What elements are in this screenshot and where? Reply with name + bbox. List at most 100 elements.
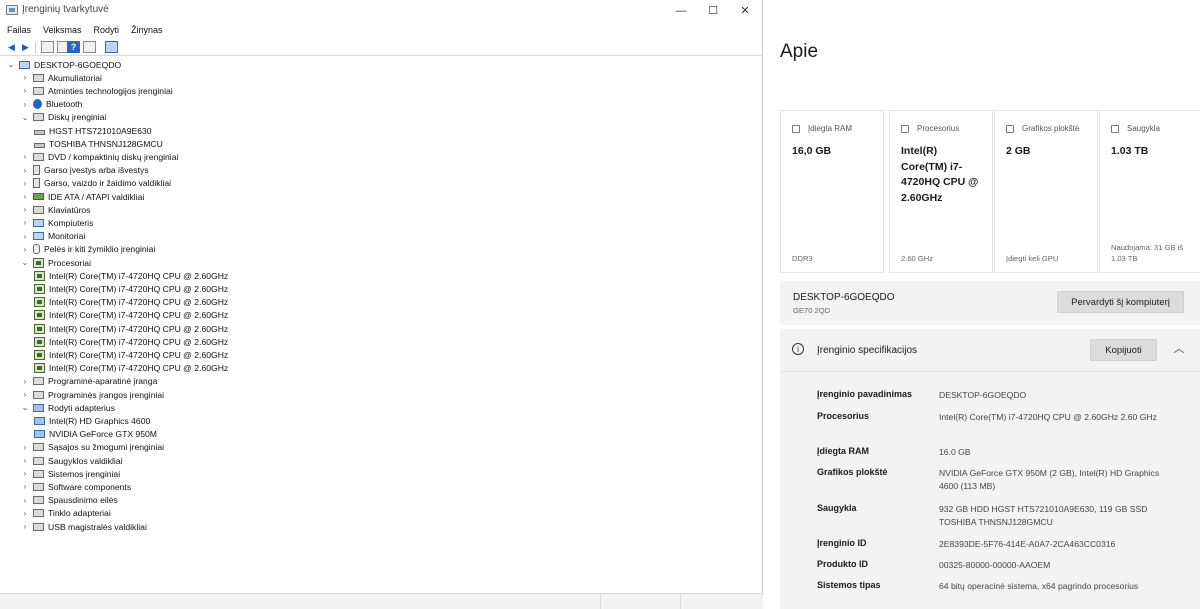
system-icon — [33, 469, 44, 478]
minimize-button[interactable]: — — [665, 0, 697, 21]
chevron-down-icon[interactable]: ⌄ — [6, 60, 16, 69]
chevron-right-icon[interactable]: › — [20, 192, 30, 201]
tree-item[interactable]: › Tinklo adapteriai — [20, 507, 111, 520]
card-subtext: Naudojama: 31 GB iš 1.03 TB — [1111, 243, 1184, 263]
tree-item[interactable]: › Spausdinimo eilės — [20, 494, 118, 507]
spec-header[interactable]: i Įrenginio specifikacijos Kopijuoti ︿ — [780, 329, 1200, 371]
help-icon[interactable]: ? — [67, 41, 80, 53]
view-list-icon[interactable] — [83, 41, 96, 53]
menu-file[interactable]: Failas — [7, 25, 31, 35]
about-panel: Apie Įdiegta RAM 16,0 GB DDR3 Procesoriu… — [764, 0, 1200, 609]
tree-item[interactable]: › Saugyklos valdikliai — [20, 454, 123, 467]
tree-item-label: Diskų įrenginiai — [48, 112, 107, 123]
network-icon — [33, 509, 44, 518]
tree-item[interactable]: › Monitoriai — [20, 230, 86, 243]
tree-item[interactable]: › DVD / kompaktinių diskų įrenginiai — [20, 150, 179, 163]
chevron-right-icon[interactable]: › — [20, 152, 30, 161]
tree-item[interactable]: Intel(R) HD Graphics 4600 — [34, 414, 150, 427]
mouse-icon — [33, 244, 40, 255]
menu-help[interactable]: Žinynas — [131, 25, 163, 35]
tree-item[interactable]: Intel(R) Core(TM) i7-4720HQ CPU @ 2.60GH… — [34, 348, 228, 361]
processor-icon — [33, 257, 44, 268]
processor-card: Procesorius Intel(R) Core(TM) i7-4720HQ … — [889, 110, 993, 273]
chevron-right-icon[interactable]: › — [20, 390, 30, 399]
tree-item[interactable]: › Akumuliatoriai — [20, 71, 102, 84]
tree-item[interactable]: › Pelės ir kiti žymiklio įrenginiai — [20, 243, 155, 256]
chevron-right-icon[interactable]: › — [20, 100, 30, 109]
tree-item[interactable]: Intel(R) Core(TM) i7-4720HQ CPU @ 2.60GH… — [34, 296, 228, 309]
chevron-down-icon[interactable]: ⌄ — [20, 403, 30, 412]
tree-item[interactable]: › Kompiuteris — [20, 216, 94, 229]
tree-item[interactable]: › Bluetooth — [20, 98, 82, 111]
tree-item[interactable]: › Atminties technologijos įrenginiai — [20, 84, 173, 97]
menu-action[interactable]: Veiksmas — [43, 25, 82, 35]
chevron-right-icon[interactable]: › — [20, 443, 30, 452]
toolbar-divider — [35, 42, 36, 53]
chevron-right-icon[interactable]: › — [20, 205, 30, 214]
tree-item[interactable]: ⌄ Rodyti adapterius — [20, 401, 115, 414]
spec-value: NVIDIA GeForce GTX 950M (2 GB), Intel(R)… — [939, 468, 1160, 491]
chevron-up-icon[interactable]: ︿ — [1172, 341, 1186, 355]
tree-item[interactable]: ⌄ DESKTOP-6GOEQDO — [6, 58, 122, 71]
scan-hardware-icon[interactable] — [105, 41, 118, 53]
show-hide-tree-icon[interactable] — [41, 41, 54, 53]
chevron-right-icon[interactable]: › — [20, 482, 30, 491]
chevron-right-icon[interactable]: › — [20, 522, 30, 531]
tree-item[interactable]: › Sistemos įrenginiai — [20, 467, 120, 480]
tree-item-label: Intel(R) Core(TM) i7-4720HQ CPU @ 2.60GH… — [49, 310, 229, 321]
rename-pc-button[interactable]: Pervardyti šį kompiuterį — [1057, 291, 1184, 313]
card-subtext: 2.60 GHz — [901, 254, 934, 263]
copy-button[interactable]: Kopijuoti — [1090, 339, 1157, 361]
chevron-right-icon[interactable]: › — [20, 232, 30, 241]
tree-item-label: Sąsajos su žmogumi įrenginiai — [48, 442, 165, 453]
maximize-button[interactable]: ☐ — [697, 0, 729, 21]
tree-item[interactable]: Intel(R) Core(TM) i7-4720HQ CPU @ 2.60GH… — [34, 309, 228, 322]
spec-key: Sistemos tipas — [817, 580, 881, 590]
keyboard-icon — [33, 205, 44, 214]
chevron-right-icon[interactable]: › — [20, 496, 30, 505]
storage-card: Saugykla 1.03 TB Naudojama: 31 GB iš 1.0… — [1099, 110, 1200, 273]
tree-item[interactable]: › Garso, vaizdo ir žaidimo valdikliai — [20, 177, 171, 190]
chevron-right-icon[interactable]: › — [20, 456, 30, 465]
chevron-down-icon[interactable]: ⌄ — [20, 258, 30, 267]
tree-item[interactable]: ⌄ Procesoriai — [20, 256, 91, 269]
tree-item-label: NVIDIA GeForce GTX 950M — [49, 429, 157, 440]
chevron-right-icon[interactable]: › — [20, 179, 30, 188]
spec-value: 00325-80000-00000-AAOEM — [939, 560, 1051, 570]
chevron-right-icon[interactable]: › — [20, 86, 30, 95]
chevron-right-icon[interactable]: › — [20, 509, 30, 518]
forward-arrow-icon[interactable]: ▶ — [19, 41, 32, 53]
processor-icon — [34, 283, 45, 294]
tree-item[interactable]: HGST HTS721010A9E630 — [34, 124, 152, 137]
close-button[interactable]: ✕ — [729, 0, 761, 21]
back-arrow-icon[interactable]: ◀ — [5, 41, 18, 53]
tree-item[interactable]: › Programinė-aparatinė įranga — [20, 375, 158, 388]
tree-item[interactable]: Intel(R) Core(TM) i7-4720HQ CPU @ 2.60GH… — [34, 362, 228, 375]
tree-item[interactable]: › IDE ATA / ATAPI valdikliai — [20, 190, 145, 203]
tree-item[interactable]: › Garso įvestys arba išvestys — [20, 164, 149, 177]
tree-item[interactable]: Intel(R) Core(TM) i7-4720HQ CPU @ 2.60GH… — [34, 282, 228, 295]
chevron-right-icon[interactable]: › — [20, 245, 30, 254]
chevron-right-icon[interactable]: › — [20, 166, 30, 175]
tree-item-label: Garso įvestys arba išvestys — [44, 165, 149, 176]
chevron-down-icon[interactable]: ⌄ — [20, 113, 30, 122]
chevron-right-icon[interactable]: › — [20, 469, 30, 478]
tree-item[interactable]: Intel(R) Core(TM) i7-4720HQ CPU @ 2.60GH… — [34, 322, 228, 335]
printer-icon — [33, 496, 44, 505]
tree-item[interactable]: › Klaviatūros — [20, 203, 91, 216]
tree-item-label: Intel(R) HD Graphics 4600 — [49, 415, 151, 426]
tree-item[interactable]: › USB magistralės valdikliai — [20, 520, 147, 533]
tree-item[interactable]: Intel(R) Core(TM) i7-4720HQ CPU @ 2.60GH… — [34, 335, 228, 348]
tree-item[interactable]: › Sąsajos su žmogumi įrenginiai — [20, 441, 164, 454]
tree-item-label: Kompiuteris — [48, 217, 94, 228]
tree-item[interactable]: Intel(R) Core(TM) i7-4720HQ CPU @ 2.60GH… — [34, 269, 228, 282]
tree-item[interactable]: TOSHIBA THNSNJ128GMCU — [34, 137, 163, 150]
tree-item[interactable]: › Programinės įrangos įrenginiai — [20, 388, 164, 401]
chevron-right-icon[interactable]: › — [20, 377, 30, 386]
chevron-right-icon[interactable]: › — [20, 73, 30, 82]
tree-item[interactable]: › Software components — [20, 480, 131, 493]
tree-item[interactable]: NVIDIA GeForce GTX 950M — [34, 428, 157, 441]
chevron-right-icon[interactable]: › — [20, 218, 30, 227]
tree-item[interactable]: ⌄ Diskų įrenginiai — [20, 111, 107, 124]
menu-view[interactable]: Rodyti — [94, 25, 120, 35]
